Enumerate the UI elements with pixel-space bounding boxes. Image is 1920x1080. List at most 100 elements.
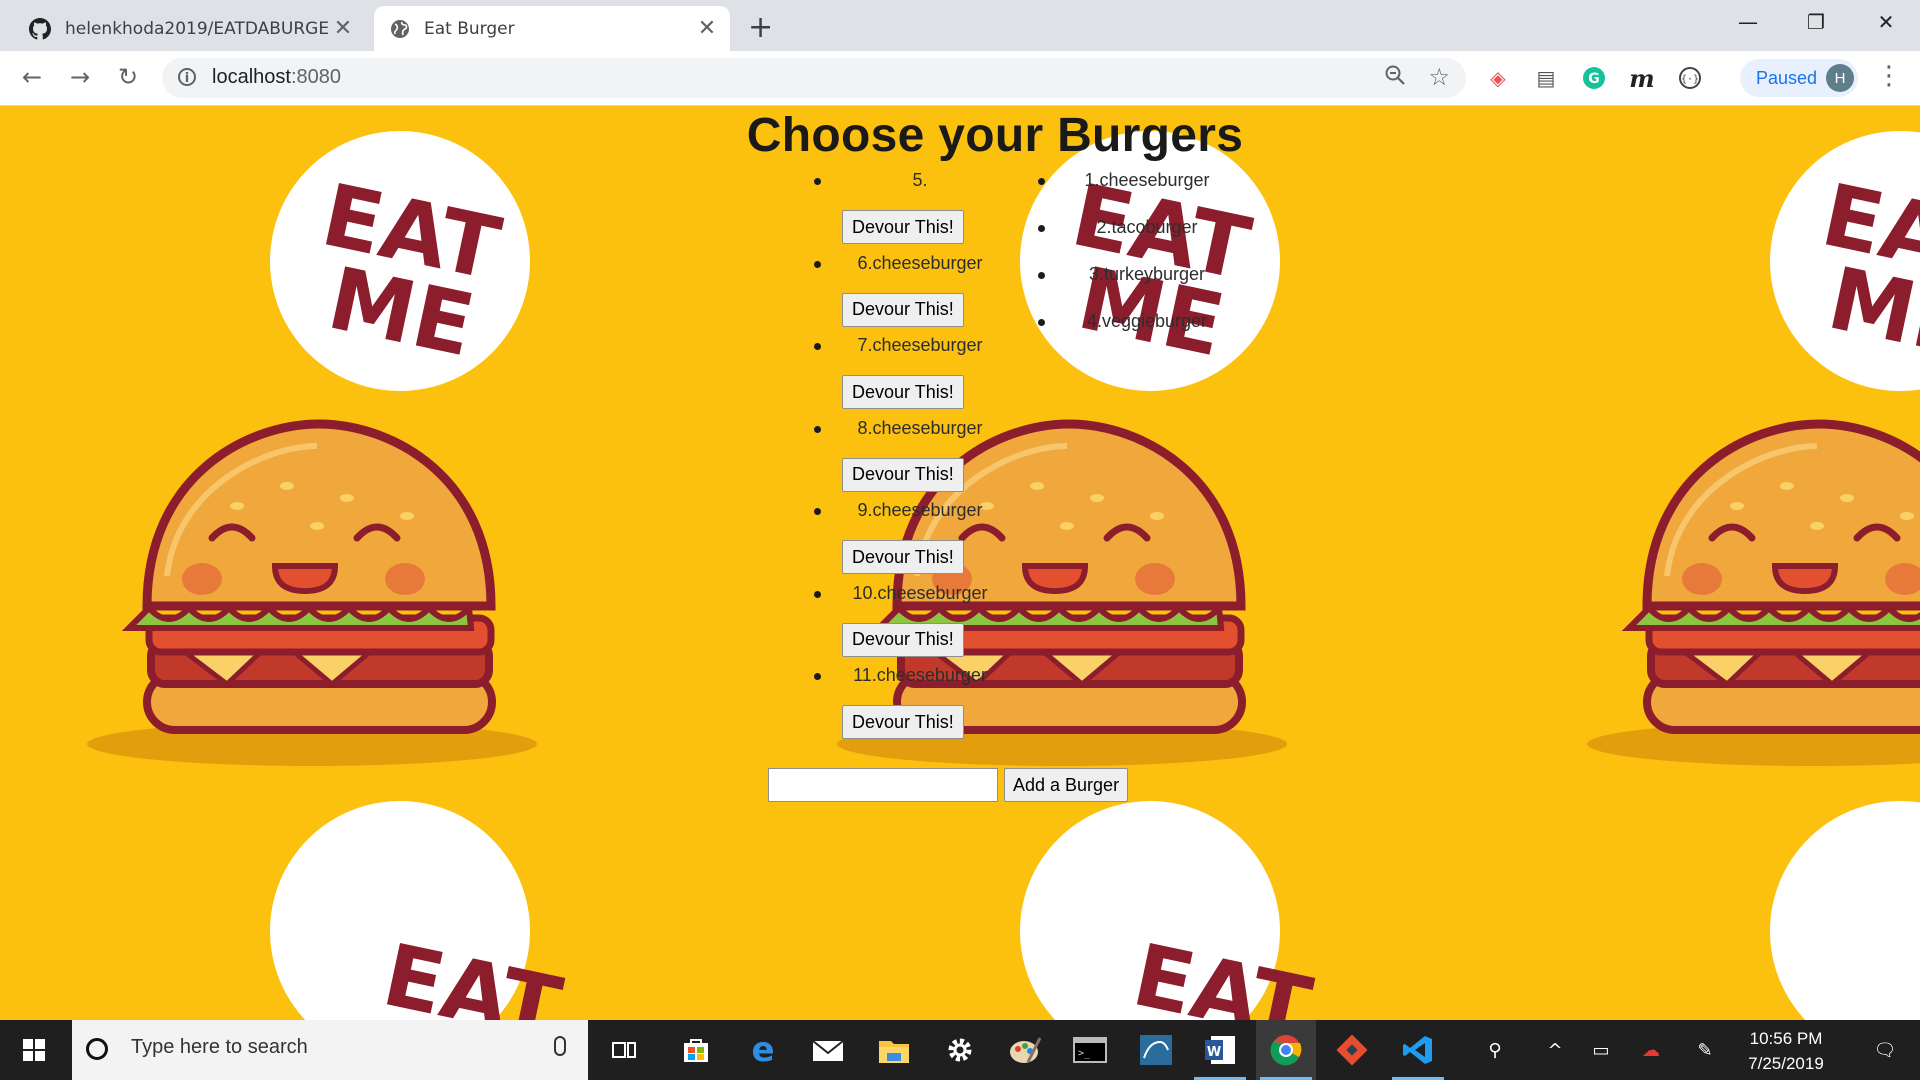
devour-button[interactable]: Devour This! [842, 292, 964, 327]
burgers-to-devour-list: 5. Devour This! 6.cheeseburger Devour This!… [790, 168, 1020, 746]
bookmark-star-icon[interactable]: ☆ [1428, 63, 1450, 91]
burger-name: 8.cheeseburger [857, 417, 983, 438]
burger-name: 11.cheeseburger [853, 665, 987, 685]
burger-name-input[interactable] [768, 768, 998, 802]
svg-text:>_: >_ [1078, 1048, 1091, 1059]
burgers-to-devour-column: 5. Devour This! 6.cheeseburger Devour This!… [790, 168, 1020, 746]
taskbar-search-box[interactable]: Type here to search [72, 1020, 588, 1080]
restore-icon[interactable]: ❐ [1782, 0, 1850, 44]
notifications-icon[interactable]: 🗨 [1860, 1020, 1910, 1080]
terminal-icon[interactable]: >_ [1060, 1020, 1120, 1080]
svg-text:{·}: {·} [1681, 74, 1699, 85]
battery-icon[interactable]: ▭ [1586, 1020, 1616, 1080]
onedrive-error-icon[interactable]: ☁ [1634, 1020, 1668, 1080]
page-viewport: EAT ME EAT EAT Choose your Burgers 5.Dev… [0, 106, 1920, 1020]
browser-tabstrip: helenkhoda2019/EATDABURGER ✕ Eat Burger … [0, 0, 1920, 51]
burger-to-devour-item: 6.cheeseburger Devour This! [790, 251, 1020, 334]
momentum-icon[interactable]: m [1628, 64, 1656, 93]
devoured-burger-item: 2.tacoburger [1030, 215, 1230, 262]
burger-to-devour-item: 10.cheeseburger Devour This! [790, 581, 1020, 664]
cast-extension-icon[interactable]: ◈ [1484, 64, 1512, 92]
mysql-workbench-icon[interactable] [1126, 1020, 1186, 1080]
profile-status-label: Paused [1756, 67, 1818, 88]
devour-button[interactable]: Devour This! [842, 540, 964, 574]
store-icon[interactable] [666, 1020, 726, 1080]
github-icon [29, 17, 51, 39]
devour-button[interactable]: Devour This! [842, 705, 964, 739]
svg-text:G: G [1588, 71, 1600, 87]
tab-eat-burger[interactable]: Eat Burger ✕ [374, 6, 730, 51]
people-icon[interactable]: ⚲ [1480, 1020, 1510, 1080]
word-icon[interactable]: W [1190, 1020, 1250, 1080]
devoured-burgers-list: 1.cheeseburger 2.tacoburger 3.turkeyburger… [1030, 168, 1230, 356]
devoured-burgers-column: 1.cheeseburger 2.tacoburger 3.turkeyburger… [1030, 168, 1230, 356]
devoured-burger-item: 4.veggieburger [1030, 309, 1230, 356]
devour-button[interactable]: Devour This! [842, 210, 964, 244]
windows-taskbar: Type here to search e >_ W ⚲ ^ ▭ ☁ ✎ 10:… [0, 1020, 1920, 1080]
tab-github[interactable]: helenkhoda2019/EATDABURGER ✕ [12, 6, 366, 51]
show-hidden-icons-icon[interactable]: ^ [1540, 1020, 1570, 1080]
code-extension-icon[interactable]: {·} [1676, 64, 1704, 92]
devour-button[interactable]: Devour This! [842, 375, 964, 409]
page-title: Choose your Burgers [746, 109, 1244, 162]
edge-icon[interactable]: e [733, 1020, 793, 1080]
zoom-icon[interactable] [1384, 64, 1406, 92]
url-port: :8080 [290, 66, 341, 88]
close-tab-icon[interactable]: ✕ [328, 16, 358, 41]
globe-icon [391, 19, 409, 38]
mail-icon[interactable] [798, 1020, 858, 1080]
clock-date: 7/25/2019 [1748, 1054, 1824, 1073]
reload-icon[interactable]: ↻ [113, 62, 143, 92]
window-close-icon[interactable]: ✕ [1852, 0, 1920, 44]
url-host: localhost [212, 66, 291, 88]
back-icon[interactable]: ← [17, 62, 47, 92]
settings-icon[interactable] [930, 1020, 990, 1080]
svg-text:W: W [1207, 1045, 1221, 1060]
new-tab-button[interactable]: + [748, 10, 773, 45]
burger-name: 10.cheeseburger [852, 582, 988, 603]
svg-text:e: e [751, 1034, 774, 1066]
tab-github-title: helenkhoda2019/EATDABURGER [65, 18, 328, 39]
browser-menu-icon[interactable]: ⋮ [1876, 62, 1902, 92]
devour-button[interactable]: Devour This! [842, 457, 964, 492]
pen-workspace-icon[interactable]: ✎ [1690, 1020, 1720, 1080]
url-text[interactable]: localhost:8080 [212, 66, 341, 89]
burger-name: 2.tacoburger [1096, 217, 1198, 237]
taskbar-search-placeholder: Type here to search [131, 1036, 308, 1058]
burger-name: 3.turkeyburger [1088, 264, 1206, 284]
burger-name: 7.cheeseburger [857, 335, 983, 355]
grammarly-icon[interactable]: G [1580, 64, 1608, 92]
profile-paused-chip[interactable]: Paused H [1740, 59, 1858, 97]
devour-button[interactable]: Devour This! [842, 622, 964, 657]
vscode-icon[interactable] [1388, 1020, 1448, 1080]
cortana-icon [86, 1038, 108, 1060]
close-tab-icon[interactable]: ✕ [692, 16, 722, 41]
task-view-icon[interactable] [594, 1020, 654, 1080]
burger-to-devour-item: 9.cheeseburger Devour This! [790, 498, 1020, 581]
clock-time: 10:56 PM [1749, 1029, 1823, 1048]
taskbar-clock[interactable]: 10:56 PM 7/25/2019 [1726, 1026, 1846, 1076]
devoured-burger-item: 1.cheeseburger [1030, 168, 1230, 215]
burger-to-devour-item: 8.cheeseburger Devour This! [790, 416, 1020, 499]
burger-name: 5. [912, 170, 928, 190]
minimize-icon[interactable]: — [1714, 0, 1782, 44]
avatar: H [1826, 64, 1854, 92]
burger-name: 4.veggieburger [1086, 311, 1208, 331]
add-burger-button[interactable]: Add a Burger [1004, 768, 1129, 802]
forward-icon[interactable]: → [65, 62, 95, 92]
burger-name: 1.cheeseburger [1084, 170, 1210, 190]
address-bar[interactable]: i localhost:8080 ☆ [162, 58, 1466, 98]
paint-icon[interactable] [995, 1020, 1055, 1080]
chrome-icon[interactable] [1256, 1020, 1316, 1080]
file-explorer-icon[interactable] [864, 1020, 924, 1080]
windows-start-icon[interactable] [10, 1034, 58, 1066]
microphone-icon[interactable] [554, 1036, 566, 1056]
burger-to-devour-item: 7.cheeseburger Devour This! [790, 333, 1020, 416]
extension-icon[interactable]: ▤ [1532, 64, 1560, 92]
git-icon[interactable] [1322, 1020, 1382, 1080]
burger-to-devour-item: 5. Devour This! [790, 168, 1020, 251]
browser-toolbar: ← → ↻ i localhost:8080 ☆ ◈ ▤ G m {·} Pau… [0, 51, 1920, 106]
site-info-icon[interactable]: i [178, 68, 196, 86]
devoured-burger-item: 3.turkeyburger [1030, 262, 1230, 309]
burger-to-devour-item: 11.cheeseburger Devour This! [790, 663, 1020, 746]
